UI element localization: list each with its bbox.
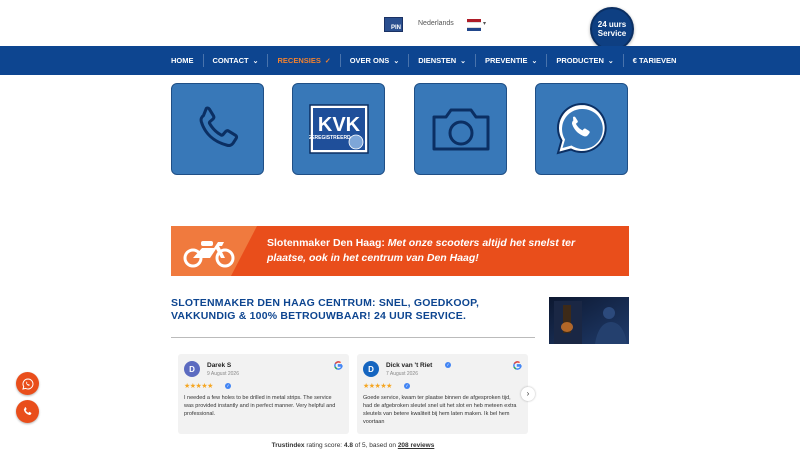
dutch-flag-icon[interactable] (467, 19, 481, 31)
phone-fab-button[interactable] (16, 400, 39, 423)
carousel-next-button[interactable]: › (521, 387, 535, 401)
review-date: 9 August 2026 (207, 371, 239, 377)
nav-item-contact[interactable]: CONTACT ⌄ (202, 54, 268, 67)
service-badge-line1: 24 uurs (597, 20, 627, 29)
nav-label: OVER ONS (349, 56, 390, 65)
tile-camera[interactable] (414, 83, 507, 175)
nav-label: PRODUCTEN (556, 56, 604, 65)
divider (171, 337, 535, 338)
trustindex-brand: Trustindex (271, 442, 305, 449)
tile-kvk[interactable]: KVK GEREGISTREERD (292, 83, 385, 175)
motorcycle-icon (171, 226, 257, 276)
nav-label: CONTACT (212, 56, 249, 65)
nav-item-recensies[interactable]: RECENSIES ✓ (267, 54, 339, 67)
top-bar: PIN Nederlands ▾ 24 uurs Service (0, 0, 800, 51)
whatsapp-fab-button[interactable] (16, 372, 39, 395)
google-icon (334, 361, 343, 370)
kvk-logo: KVK GEREGISTREERD (309, 104, 369, 154)
reviewer-name: Darek S (207, 362, 232, 369)
nav-item-over-ons[interactable]: OVER ONS ⌄ (339, 54, 408, 67)
trustindex-of: of 5, based on (354, 442, 396, 449)
trustindex-summary: Trustindex rating score: 4.8 of 5, based… (0, 442, 753, 449)
banner-text: Slotenmaker Den Haag: Met onze scooters … (267, 236, 617, 266)
section-heading: SLOTENMAKER DEN HAAG CENTRUM: SNEL, GOED… (171, 297, 480, 322)
main-nav: HOME CONTACT ⌄ RECENSIES ✓ OVER ONS ⌄ DIENS… (0, 46, 800, 75)
nav-item-producten[interactable]: PRODUCTEN ⌄ (546, 54, 622, 67)
review-text: I needed a few holes to be drilled in me… (184, 395, 336, 417)
chevron-down-icon: ⌄ (460, 57, 466, 65)
camera-icon (432, 108, 489, 151)
phone-icon (199, 106, 238, 147)
language-selector[interactable]: Nederlands (418, 20, 454, 27)
nav-label: RECENSIES (277, 56, 321, 65)
language-caret-icon[interactable]: ▾ (483, 20, 486, 27)
nav-label: HOME (171, 56, 194, 65)
reviews-count-link[interactable]: 208 reviews (398, 442, 435, 449)
review-date: 7 August 2026 (386, 371, 418, 377)
svg-text:GEREGISTREERD: GEREGISTREERD (309, 135, 351, 141)
nav-item-home[interactable]: HOME (167, 54, 203, 67)
nav-item-tarieven[interactable]: € TARIEVEN (622, 54, 686, 67)
checkmark-icon: ✓ (324, 57, 331, 65)
trustindex-label: rating score: (306, 442, 343, 449)
verified-icon: ✓ (445, 362, 451, 368)
service-badge-line2: Service (597, 29, 627, 38)
review-card: D Darek S 9 August 2026 ★★★★★ ✓ I needed… (178, 354, 349, 434)
chevron-down-icon: ⌄ (252, 57, 259, 65)
service-24h-badge[interactable]: 24 uurs Service (590, 7, 634, 51)
svg-text:KVK: KVK (317, 114, 360, 136)
trustindex-score: 4.8 (343, 442, 353, 449)
nav-item-preventie[interactable]: PREVENTIE ⌄ (474, 54, 546, 67)
pin-logo-text: PIN (390, 25, 401, 31)
nav-label: DIENSTEN (418, 56, 457, 65)
locksmith-photo (549, 297, 629, 344)
star-rating: ★★★★★ (184, 383, 213, 390)
avatar: D (184, 361, 200, 377)
nav-label: PREVENTIE (484, 56, 528, 65)
review-card: D Dick van 't Riet ✓ 7 August 2026 ★★★★★… (357, 354, 528, 434)
review-text: Goede service, kwam ter plaatse binnen d… (363, 395, 517, 425)
verified-icon: ✓ (225, 383, 231, 389)
nav-label: € TARIEVEN (632, 56, 677, 65)
whatsapp-icon (556, 102, 607, 155)
verified-icon: ✓ (404, 383, 410, 389)
scooter-banner: Slotenmaker Den Haag: Met onze scooters … (171, 226, 629, 276)
chevron-down-icon: ⌄ (531, 57, 538, 65)
banner-prefix: Slotenmaker Den Haag: (267, 237, 385, 249)
tile-whatsapp[interactable] (535, 83, 628, 175)
pin-logo: PIN (384, 17, 403, 32)
chevron-down-icon: ⌄ (607, 57, 614, 65)
phone-icon (23, 407, 32, 415)
nav-item-diensten[interactable]: DIENSTEN ⌄ (408, 54, 475, 67)
whatsapp-icon (21, 377, 33, 390)
star-rating: ★★★★★ (363, 383, 392, 390)
tile-phone[interactable] (171, 83, 264, 175)
avatar: D (363, 361, 379, 377)
chevron-down-icon: ⌄ (393, 57, 400, 65)
google-icon (513, 361, 522, 370)
reviewer-name: Dick van 't Riet (386, 362, 433, 369)
